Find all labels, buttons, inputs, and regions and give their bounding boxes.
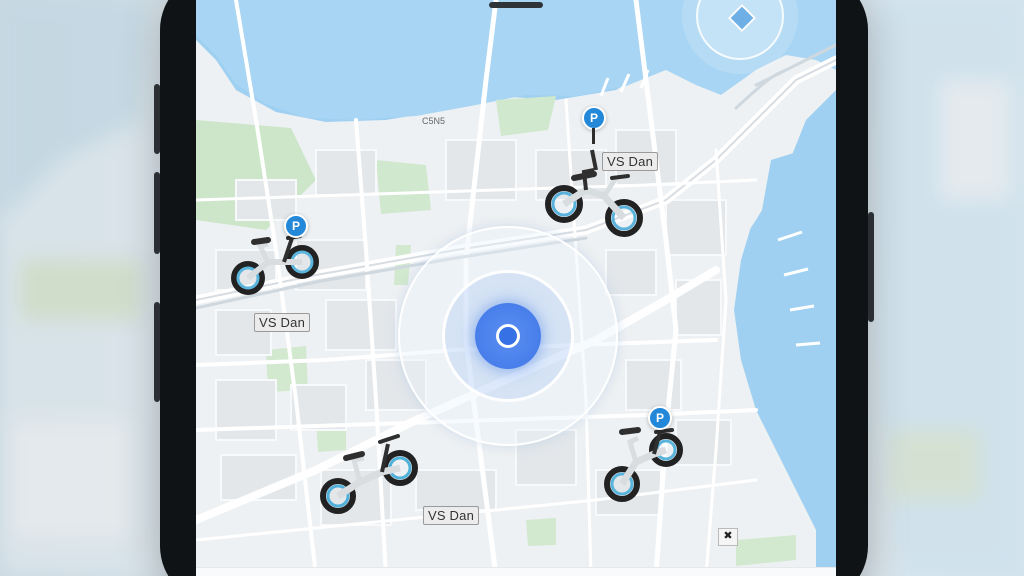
bike-marker[interactable]: P [226, 214, 336, 304]
current-location-marker[interactable] [398, 226, 618, 446]
phone-power-button [868, 212, 874, 322]
compass-icon [727, 3, 757, 33]
bike-icon [320, 434, 418, 514]
street-label-top: C5N5 [422, 116, 446, 126]
place-label: VS Dan [254, 313, 311, 332]
map-screen[interactable]: C5N5 VS Dan VS Dan VS Dan P P P ✖ [196, 0, 836, 576]
photo-scene: C5N5 VS Dan VS Dan VS Dan P P P ✖ [0, 0, 1024, 576]
bike-marker[interactable]: P [602, 402, 702, 512]
bike-station-pin-icon: P [284, 214, 308, 238]
pin-stem [592, 128, 595, 144]
bike-marker[interactable]: P [540, 100, 650, 240]
bottom-sheet-edge[interactable] [196, 567, 836, 576]
status-pill [489, 2, 543, 8]
bike-station-pin-icon: P [582, 106, 606, 130]
place-label: VS Dan [423, 506, 480, 525]
bike-icon [231, 234, 319, 295]
bike-station-pin-icon: P [648, 406, 672, 430]
phone-side-button [154, 84, 160, 154]
current-location-icon [496, 324, 520, 348]
phone-side-button [154, 172, 160, 254]
bike-marker[interactable] [316, 424, 426, 520]
phone-side-button [154, 302, 160, 402]
close-marker-icon[interactable]: ✖ [718, 528, 738, 546]
